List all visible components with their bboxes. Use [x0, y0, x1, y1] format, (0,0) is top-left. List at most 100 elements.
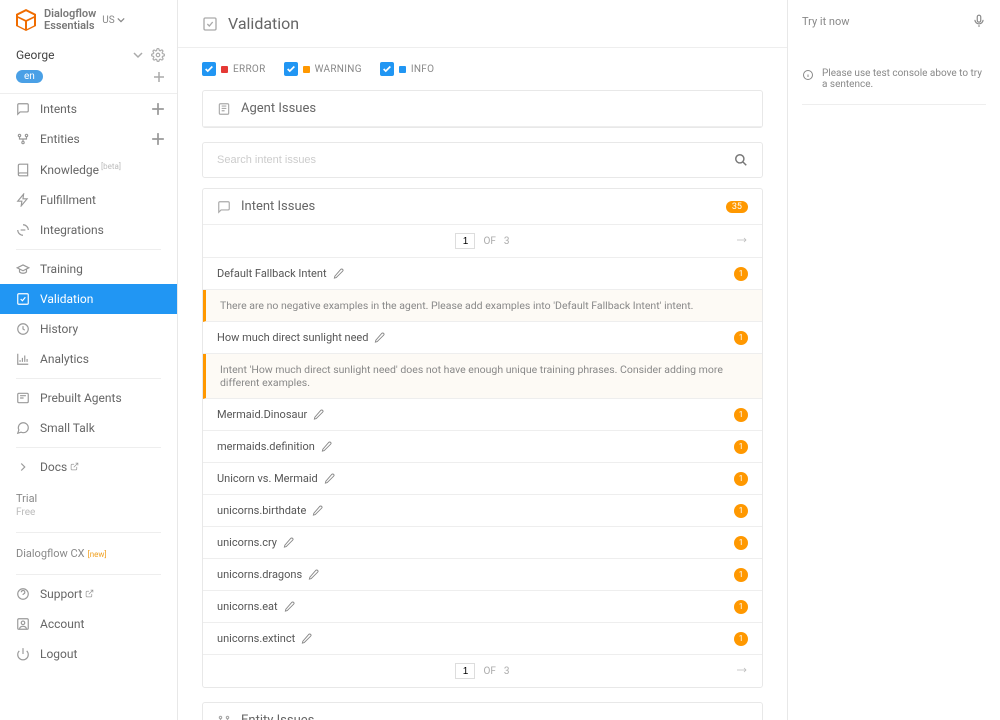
sidebar-item-intents[interactable]: Intents	[0, 94, 177, 124]
filter-label: ERROR	[233, 64, 266, 75]
pencil-icon[interactable]	[312, 505, 323, 516]
plus-icon[interactable]	[151, 102, 165, 116]
power-icon	[16, 647, 30, 661]
sidebar-item-label: Support	[40, 587, 94, 601]
main-content: Validation ERROR WARNING INFO	[178, 0, 788, 720]
page-title: Validation	[228, 14, 299, 33]
sidebar-item-prebuilt[interactable]: Prebuilt Agents	[0, 383, 177, 413]
external-link-icon	[70, 462, 79, 471]
lang-row: en	[0, 64, 177, 94]
pencil-icon[interactable]	[284, 601, 295, 612]
sidebar-item-account[interactable]: Account	[0, 609, 177, 639]
intent-row[interactable]: Mermaid.Dinosaur1	[203, 399, 762, 431]
next-page-button[interactable]	[736, 665, 748, 678]
chevron-right-icon	[16, 460, 30, 474]
sidebar-item-integrations[interactable]: Integrations	[0, 215, 177, 245]
brand-line2: Essentials	[44, 20, 96, 32]
error-dot-icon	[221, 66, 228, 73]
pencil-icon[interactable]	[374, 332, 385, 343]
sidebar-item-label: Analytics	[40, 352, 89, 366]
issues-count-badge: 35	[726, 201, 748, 213]
pencil-icon[interactable]	[313, 409, 324, 420]
sidebar-item-label: Integrations	[40, 223, 104, 237]
intent-row[interactable]: unicorns.birthdate1	[203, 495, 762, 527]
intent-name: unicorns.eat	[217, 600, 278, 613]
pencil-icon[interactable]	[283, 537, 294, 548]
intent-row[interactable]: How much direct sunlight need1	[203, 322, 762, 354]
pager-of: OF	[483, 236, 495, 247]
issue-count-badge: 1	[734, 504, 748, 518]
issue-count-badge: 1	[734, 600, 748, 614]
sidebar-item-docs[interactable]: Docs	[0, 452, 177, 482]
smalltalk-icon	[16, 421, 30, 435]
filter-error[interactable]: ERROR	[202, 62, 266, 76]
search-icon[interactable]	[734, 153, 748, 167]
add-language-icon[interactable]	[153, 71, 165, 83]
intent-name: unicorns.dragons	[217, 568, 302, 581]
sidebar-item-smalltalk[interactable]: Small Talk	[0, 413, 177, 443]
try-it-header: Try it now	[802, 14, 986, 68]
integrations-icon	[16, 223, 30, 237]
sidebar-item-label: History	[40, 322, 78, 336]
page-input[interactable]	[455, 233, 475, 249]
filter-warning[interactable]: WARNING	[284, 62, 362, 76]
locale-selector[interactable]: US	[102, 15, 124, 26]
intent-row[interactable]: Unicorn vs. Mermaid1	[203, 463, 762, 495]
filter-info[interactable]: INFO	[380, 62, 434, 76]
issue-message: There are no negative examples in the ag…	[203, 290, 762, 322]
sidebar-item-label: Knowledge[beta]	[40, 162, 121, 177]
page-input[interactable]	[455, 663, 475, 679]
agent-issues-header[interactable]: Agent Issues	[203, 91, 762, 127]
pencil-icon[interactable]	[321, 441, 332, 452]
brand-row: Dialogflow Essentials US	[0, 0, 177, 38]
pager-bottom: OF 3	[203, 654, 762, 687]
issue-count-badge: 1	[734, 632, 748, 646]
filter-label: WARNING	[315, 64, 362, 75]
search-row	[202, 142, 763, 178]
pencil-icon[interactable]	[324, 473, 335, 484]
intent-row[interactable]: unicorns.eat 1	[203, 591, 762, 623]
dialogflow-cx-link[interactable]: Dialogflow CX[new]	[0, 537, 177, 570]
intent-row[interactable]: mermaids.definition1	[203, 431, 762, 463]
lang-pill[interactable]: en	[16, 70, 43, 83]
intent-row[interactable]: Default Fallback Intent1	[203, 258, 762, 290]
intent-issues-header[interactable]: Intent Issues 35	[203, 189, 762, 225]
sidebar-item-knowledge[interactable]: Knowledge[beta]	[0, 154, 177, 185]
intent-row[interactable]: unicorns.cry1	[203, 527, 762, 559]
sidebar-item-analytics[interactable]: Analytics	[0, 344, 177, 374]
intent-row[interactable]: unicorns.dragons1	[203, 559, 762, 591]
intent-name: How much direct sunlight need	[217, 331, 368, 344]
pencil-icon[interactable]	[301, 633, 312, 644]
mic-icon[interactable]	[972, 14, 986, 28]
intent-name: Mermaid.Dinosaur	[217, 408, 307, 421]
chevron-down-icon[interactable]	[133, 50, 143, 60]
agent-row[interactable]: George	[0, 38, 177, 64]
next-page-button[interactable]	[736, 235, 748, 248]
pager-total: 3	[504, 666, 510, 677]
sidebar-item-entities[interactable]: Entities	[0, 124, 177, 154]
search-input[interactable]	[217, 154, 734, 166]
entity-issues-header[interactable]: Entity Issues	[203, 703, 762, 720]
sidebar-item-label: Account	[40, 617, 84, 631]
intent-row[interactable]: unicorns.extinct1	[203, 623, 762, 654]
sidebar-item-logout[interactable]: Logout	[0, 639, 177, 669]
external-link-icon	[85, 589, 94, 598]
check-square-icon	[202, 16, 218, 32]
sidebar-item-history[interactable]: History	[0, 314, 177, 344]
entities-icon	[16, 132, 30, 146]
locale-label: US	[102, 15, 114, 26]
try-it-label: Try it now	[802, 15, 850, 28]
sidebar-item-validation[interactable]: Validation	[0, 284, 177, 314]
pencil-icon[interactable]	[308, 569, 319, 580]
sidebar-item-support[interactable]: Support	[0, 579, 177, 609]
plus-icon[interactable]	[151, 132, 165, 146]
intent-name: Default Fallback Intent	[217, 267, 327, 280]
pencil-icon[interactable]	[333, 268, 344, 279]
book-icon	[16, 163, 30, 177]
sidebar-item-training[interactable]: Training	[0, 254, 177, 284]
gear-icon[interactable]	[151, 48, 165, 62]
info-icon	[802, 69, 814, 81]
sidebar-item-fulfillment[interactable]: Fulfillment	[0, 185, 177, 215]
issue-count-badge: 1	[734, 536, 748, 550]
sidebar-item-label: Prebuilt Agents	[40, 391, 122, 405]
